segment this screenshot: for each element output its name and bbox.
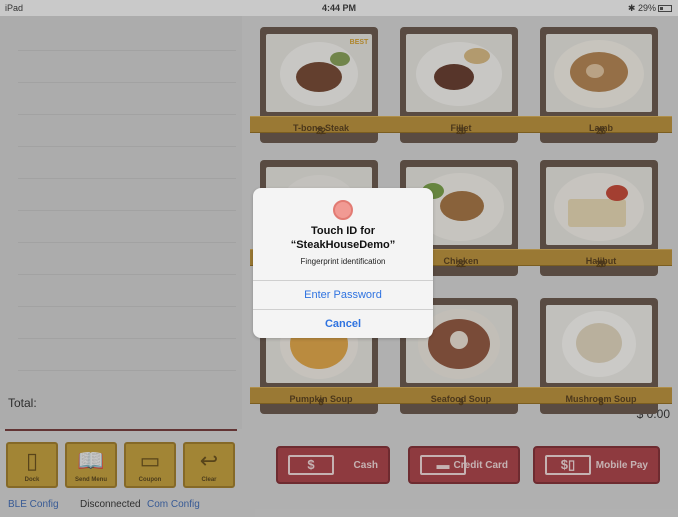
alert-subtitle: Fingerprint identification <box>300 257 386 266</box>
battery-percent: 29% <box>637 3 656 13</box>
alert-title: Touch ID for <box>311 225 375 237</box>
battery-indicator: ✱ 29% <box>628 3 672 14</box>
bluetooth-icon: ✱ <box>627 3 636 13</box>
clock: 4:44 PM <box>321 3 356 13</box>
cancel-button[interactable]: Cancel <box>253 310 433 338</box>
battery-icon <box>658 5 672 12</box>
alert-app-name: “SteakHouseDemo” <box>290 239 396 251</box>
status-bar: iPad 4:44 PM ✱ 29% <box>0 0 678 16</box>
enter-password-button[interactable]: Enter Password <box>253 281 433 309</box>
touch-id-alert: Touch ID for “SteakHouseDemo” Fingerprin… <box>253 188 433 338</box>
fingerprint-icon <box>333 200 353 220</box>
